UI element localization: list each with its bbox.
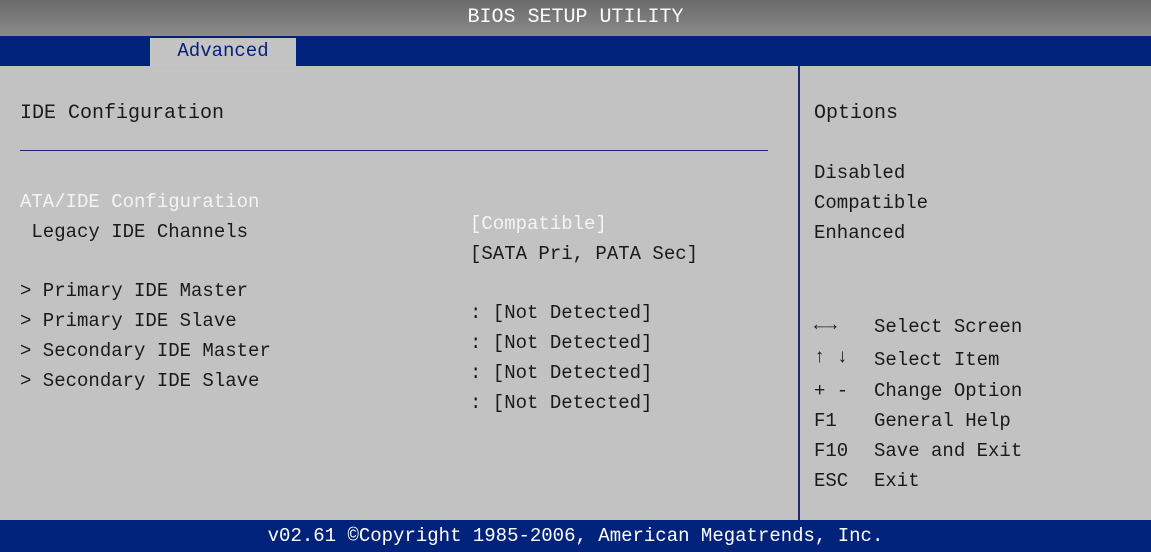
option-compatible: Compatible	[814, 192, 929, 214]
submenu-secondary-ide-slave[interactable]: > Secondary IDE Slave : [Not Detected]	[0, 348, 780, 436]
window-title: BIOS SETUP UTILITY	[0, 0, 1151, 36]
submenu-label: > Secondary IDE Slave	[20, 370, 260, 392]
key-esc: ESC	[814, 470, 849, 492]
copyright-footer: v02.61 ©Copyright 1985-2006, American Me…	[0, 520, 1151, 552]
key-f1: F1	[814, 410, 837, 432]
key-arrows-horizontal: ←→	[814, 314, 837, 336]
key-f10: F10	[814, 440, 849, 462]
help-title: Options	[814, 102, 899, 125]
heading-divider	[20, 150, 768, 151]
option-disabled: Disabled	[814, 162, 906, 184]
key-desc-select-item: Select Item	[874, 349, 1000, 371]
page-title: IDE Configuration	[20, 102, 225, 125]
main-panel: IDE Configuration ATA/IDE Configuration …	[0, 66, 1151, 520]
setting-label: Legacy IDE Channels	[20, 221, 249, 243]
key-desc-select-screen: Select Screen	[874, 316, 1023, 338]
option-enhanced: Enhanced	[814, 222, 906, 244]
key-arrows-vertical: ↑ ↓	[814, 346, 849, 368]
key-desc-exit: Exit	[874, 470, 920, 492]
key-desc-save-and-exit: Save and Exit	[874, 440, 1023, 462]
tab-advanced[interactable]: Advanced	[150, 38, 296, 66]
tab-bar: Advanced	[0, 36, 1151, 66]
submenu-status: : [Not Detected]	[470, 392, 653, 414]
panel-divider	[798, 66, 800, 520]
key-plus-minus: + -	[814, 380, 849, 402]
key-desc-general-help: General Help	[874, 410, 1011, 432]
key-desc-change-option: Change Option	[874, 380, 1023, 402]
